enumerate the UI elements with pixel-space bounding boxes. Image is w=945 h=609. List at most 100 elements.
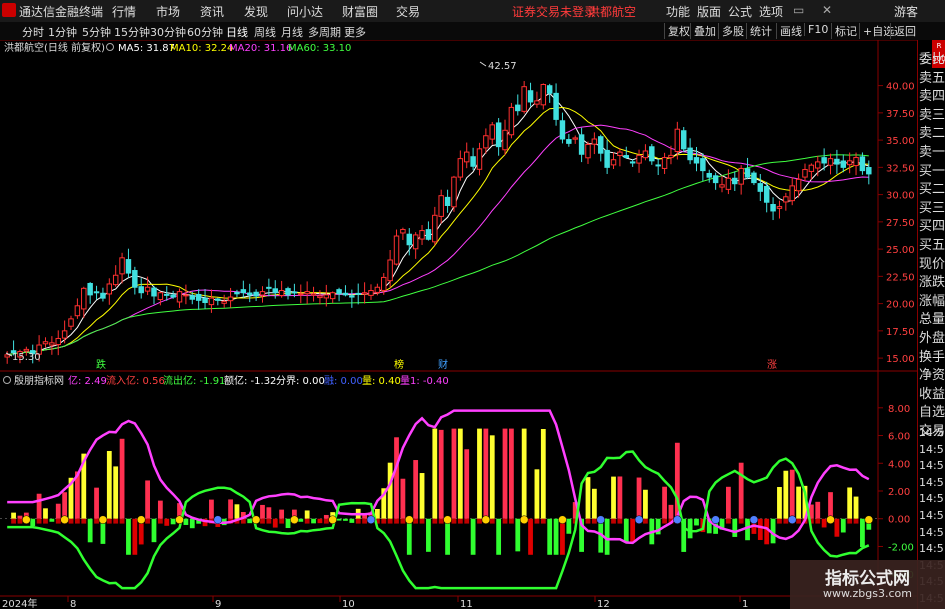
inflow-bar [106, 450, 112, 519]
period-monthly[interactable]: 月线 [281, 24, 303, 40]
candle-up [393, 235, 400, 265]
candle-up [483, 135, 489, 149]
inflow-bar [17, 515, 23, 519]
menu-wenxiaoda[interactable]: 问小达 [287, 3, 323, 20]
btn-zixuan[interactable]: +自选 [859, 23, 894, 39]
candle-up [329, 292, 336, 300]
btn-biaoji[interactable]: 标记 [831, 23, 857, 39]
minimize-icon[interactable]: ▭ [793, 3, 804, 17]
tick-time-3: 14:5 [919, 475, 944, 489]
btn-fanhui[interactable]: 返回 [890, 23, 916, 39]
candle-up [400, 228, 406, 234]
inflow-base-bar [11, 518, 16, 524]
candle-up [738, 167, 744, 185]
side-label-19[interactable]: 自选 [919, 401, 945, 420]
inflow-base-bar [477, 518, 482, 524]
candle-up [585, 143, 591, 159]
menu-banmian[interactable]: 版面 [697, 3, 721, 20]
candle-up [719, 184, 725, 188]
btn-huaxian[interactable]: 画线 [776, 23, 802, 39]
outflow-bar [87, 518, 93, 543]
period-daily[interactable]: 日线 [226, 24, 248, 40]
outflow-bar [151, 518, 157, 543]
trade-login-warning[interactable]: 证券交易未登录 [512, 3, 596, 20]
price-tick-label: 20.00 [886, 300, 915, 311]
btn-f10[interactable]: F10 [804, 23, 828, 36]
sub-item-outflow: 流出亿: -1.91 [163, 374, 225, 387]
menu-hangqing[interactable]: 行情 [112, 3, 136, 20]
candle-up [776, 206, 783, 209]
candle-down [655, 164, 661, 167]
candle-up [457, 158, 464, 178]
sub-item-inflow: 流入亿: 0.56 [106, 374, 165, 387]
period-multi[interactable]: 多周期 [308, 24, 341, 40]
inflow-base-bar [55, 518, 61, 524]
outflow-bar [343, 518, 348, 521]
inflow-bar [828, 492, 833, 519]
outflow-bar [623, 518, 629, 542]
candle-up [827, 158, 834, 166]
menu-zixun[interactable]: 资讯 [200, 3, 224, 20]
side-label-12: 涨跌 [919, 275, 945, 291]
candle-down [336, 289, 342, 295]
chart-area[interactable]: 15.00 17.50 20.00 22.50 25.00 27.50 30.00 32.50… [0, 40, 917, 609]
candle-up [476, 148, 483, 170]
period-60min[interactable]: 60分钟 [187, 24, 223, 40]
candle-down [272, 288, 278, 294]
period-5min[interactable]: 5分钟 [82, 24, 111, 40]
inflow-bar [591, 488, 597, 519]
period-fenshi[interactable]: 分时 [22, 24, 44, 40]
smile-emoji-icon [558, 515, 567, 524]
inflow-base-bar [540, 518, 546, 524]
btn-fuquan[interactable]: 复权 [664, 23, 690, 39]
btn-tongji[interactable]: 统计 [746, 23, 772, 39]
outflow-bar [757, 518, 763, 540]
candle-down [349, 295, 355, 298]
side-label-4: 卖二 [919, 126, 945, 142]
period-more[interactable]: 更多 [344, 24, 366, 40]
inflow-base-bar [585, 518, 591, 524]
period-30min[interactable]: 30分钟 [150, 24, 186, 40]
candle-down [649, 146, 655, 162]
candle-up [521, 86, 527, 112]
tick-time-5: 14:5 [919, 509, 944, 522]
inflow-bar [234, 504, 240, 519]
period-1min[interactable]: 1分钟 [48, 24, 77, 40]
price-tick-label: 32.50 [886, 163, 915, 174]
btn-duogu[interactable]: 多股 [718, 23, 744, 39]
menu-jiaoyi[interactable]: 交易 [396, 3, 420, 20]
inflow-bar [432, 428, 438, 519]
menu-xuanxiang[interactable]: 选项 [759, 3, 783, 20]
inflow-bar [662, 486, 667, 519]
candle-down [164, 293, 170, 296]
ma60-line [7, 154, 869, 356]
ma20-line [7, 124, 869, 356]
period-weekly[interactable]: 周线 [254, 24, 276, 40]
side-label-5: 卖一 [919, 145, 945, 160]
menu-faxian[interactable]: 发现 [244, 3, 268, 20]
inflow-base-bar [847, 518, 853, 524]
menu-shichang[interactable]: 市场 [156, 3, 180, 20]
outflow-bar [694, 518, 699, 526]
x-tick-year: 2024年 [2, 597, 37, 609]
btn-diejia[interactable]: 叠加 [690, 23, 716, 39]
outflow-bar [317, 518, 323, 524]
menu-bar: 通达信金融终端 行情 市场 资讯 发现 问小达 财富圈 交易 证券交易未登录 洪… [0, 0, 945, 23]
menu-gongshi[interactable]: 公式 [728, 3, 752, 20]
candle-down [425, 229, 432, 240]
inflow-base-bar [738, 518, 744, 524]
guest-button[interactable]: 游客 [894, 3, 918, 20]
price-axis: 15.00 17.50 20.00 22.50 25.00 27.50 30.00 32.50… [878, 82, 915, 365]
period-15min[interactable]: 15分钟 [114, 24, 150, 40]
inflow-bar [323, 514, 329, 519]
candle-up [591, 138, 598, 145]
inflow-base-bar [815, 518, 821, 524]
close-icon[interactable]: ✕ [822, 3, 832, 17]
outflow-bar [547, 518, 553, 555]
candle-up [183, 294, 189, 297]
menu-caifuquan[interactable]: 财富圈 [342, 3, 378, 20]
smile-emoji-icon [405, 515, 414, 524]
menu-gongneng[interactable]: 功能 [666, 3, 690, 20]
side-label-10: 买五 [919, 238, 945, 253]
inflow-bar [457, 428, 463, 519]
